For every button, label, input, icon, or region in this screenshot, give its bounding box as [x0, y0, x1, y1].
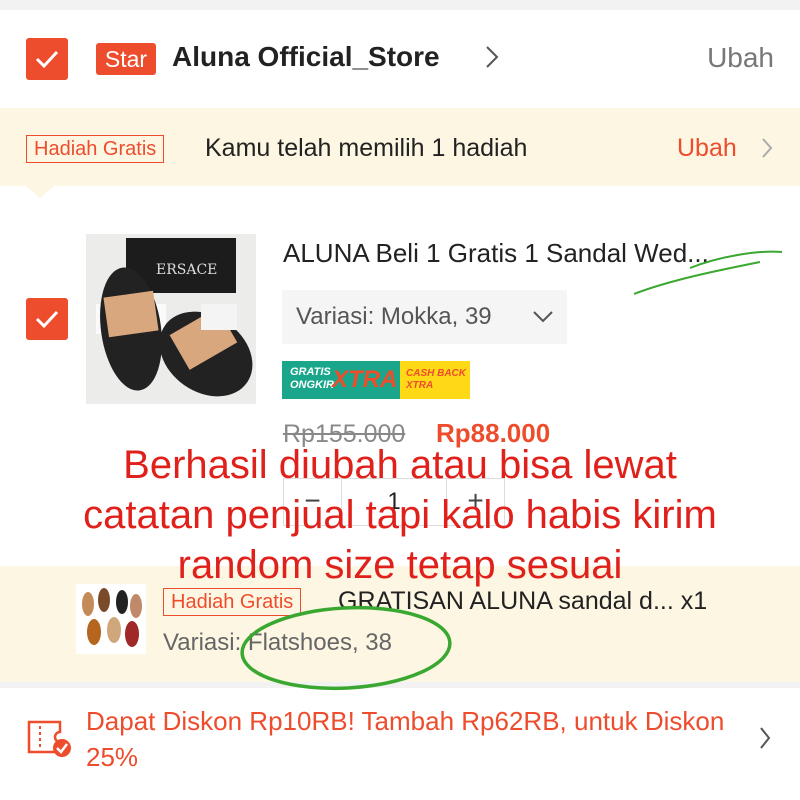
xtra-label: XTRA — [332, 366, 398, 393]
svg-text:ERSACE: ERSACE — [156, 262, 217, 278]
star-badge: Star — [96, 43, 156, 75]
annotation-text: Berhasil diubah atau bisa lewat catatan … — [0, 440, 800, 590]
variation-selector[interactable]: Variasi: Mokka, 39 — [282, 290, 567, 344]
section-divider — [0, 682, 800, 688]
store-edit-button[interactable]: Ubah — [707, 42, 774, 74]
gift-item-name[interactable]: GRATISAN ALUNA sandal d... x1 — [338, 587, 707, 616]
annotation-line-3: random size tetap sesuai — [177, 543, 623, 587]
gift-item-tag: Hadiah Gratis — [163, 588, 302, 616]
gift-tag: Hadiah Gratis — [26, 135, 165, 163]
flatshoes-image — [76, 584, 146, 654]
sandal-image: ERSACE — [86, 234, 256, 404]
chevron-right-icon[interactable] — [484, 44, 500, 70]
gift-item-image — [76, 584, 146, 654]
chevron-right-icon[interactable] — [758, 726, 772, 750]
product-checkbox[interactable] — [26, 298, 68, 340]
store-header: Star Aluna Official_Store Ubah — [0, 10, 800, 108]
gift-change-button[interactable]: Ubah — [677, 134, 737, 163]
discount-promo-text[interactable]: Dapat Diskon Rp10RB! Tambah Rp62RB, untu… — [86, 703, 736, 775]
store-name[interactable]: Aluna Official_Store — [172, 41, 440, 73]
cashback-label: CASH BACK XTRA — [406, 368, 466, 391]
top-strip — [0, 0, 800, 10]
check-icon — [35, 50, 59, 69]
annotation-line-1: Berhasil diubah atau bisa lewat — [123, 443, 677, 487]
chevron-right-icon[interactable] — [760, 137, 774, 159]
gift-banner-notch — [26, 186, 54, 198]
free-shipping-label: GRATIS ONGKIR — [290, 366, 334, 391]
cashback-badge: CASH BACK XTRA — [400, 361, 470, 399]
variation-label: Variasi: Mokka, 39 — [296, 303, 492, 330]
gift-banner-text: Kamu telah memilih 1 hadiah — [205, 134, 528, 162]
store-checkbox[interactable] — [26, 38, 68, 80]
gift-banner[interactable]: Hadiah Gratis Kamu telah memilih 1 hadia… — [0, 108, 800, 186]
check-icon — [35, 310, 59, 329]
product-title[interactable]: ALUNA Beli 1 Gratis 1 Sandal Wed... — [283, 238, 783, 269]
gift-item-variation: Variasi: Flatshoes, 38 — [163, 629, 392, 656]
product-image[interactable]: ERSACE — [86, 234, 256, 404]
chevron-down-icon — [533, 311, 553, 323]
annotation-line-2: catatan penjual tapi kalo habis kirim — [83, 493, 717, 537]
voucher-icon — [27, 720, 71, 757]
free-shipping-badge: GRATIS ONGKIR XTRA — [282, 361, 400, 399]
